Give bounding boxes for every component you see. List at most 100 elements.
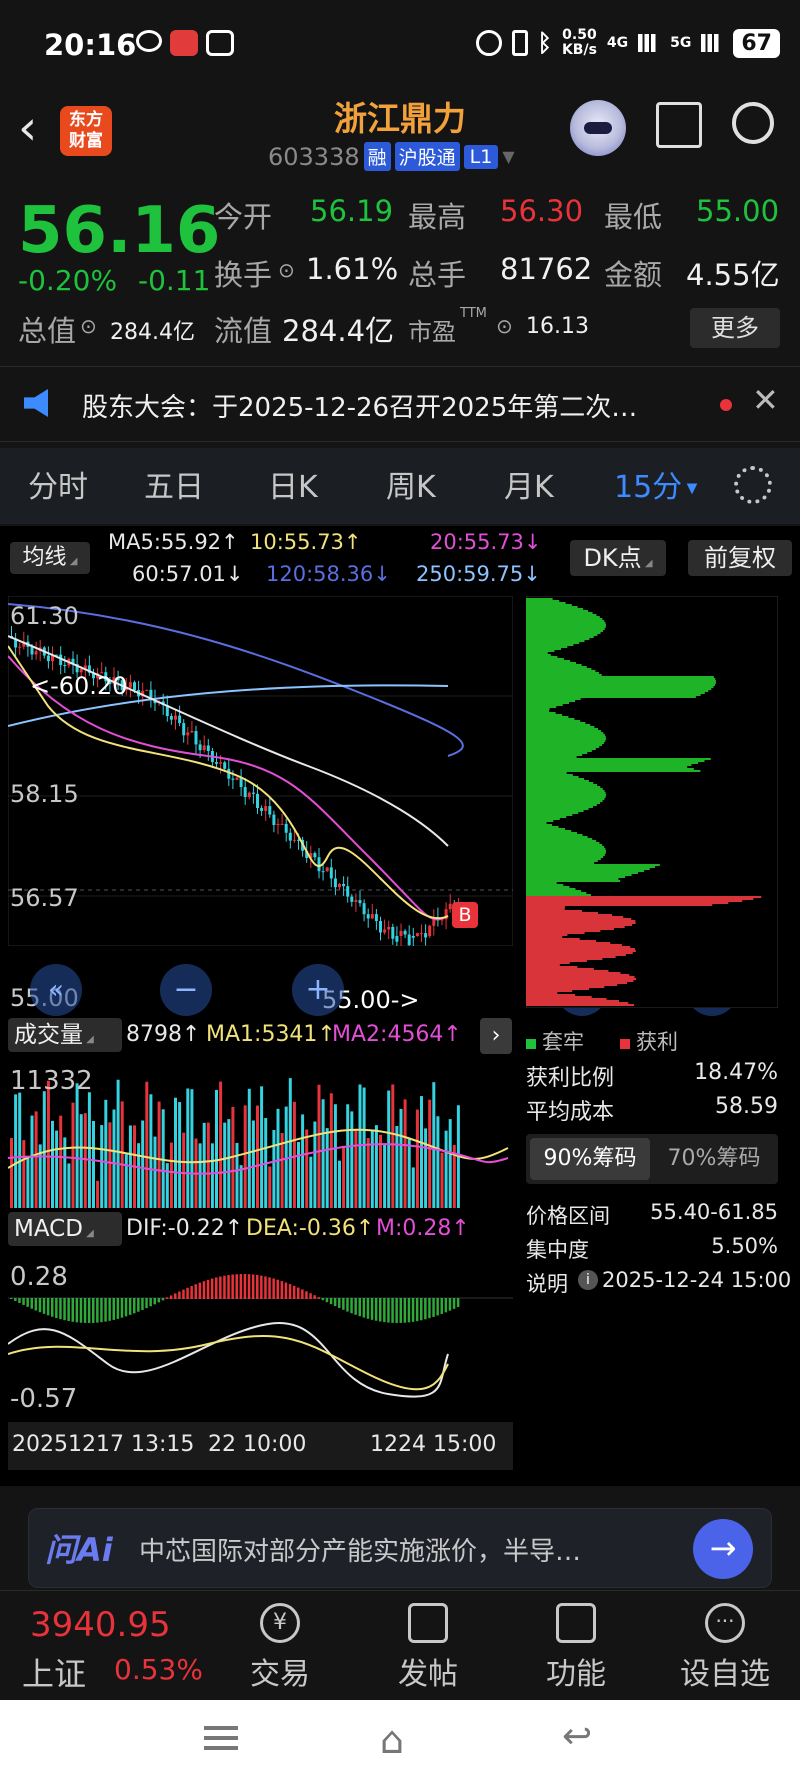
- chip-bar-trapped: [526, 636, 594, 638]
- more-button[interactable]: 更多: [690, 308, 780, 348]
- settings-gear-icon[interactable]: [734, 466, 772, 504]
- macd-hist-bar: [297, 1287, 300, 1299]
- grid-icon: [556, 1603, 596, 1643]
- chip-bar-profit: [526, 930, 601, 932]
- chip-bar-trapped: [526, 878, 619, 880]
- candle-body: [268, 806, 272, 815]
- volume-bar: [432, 1082, 436, 1208]
- tab-chip-70[interactable]: 70%筹码: [654, 1138, 774, 1180]
- macd-hist-bar: [387, 1298, 390, 1323]
- zoom-out-button[interactable]: −: [160, 964, 212, 1016]
- macd-hist-bar: [67, 1298, 70, 1322]
- chip-bar-trapped: [526, 716, 569, 718]
- macd-hist-bar: [42, 1298, 46, 1314]
- candle-body: [391, 926, 395, 939]
- chip-bar-trapped: [526, 720, 581, 722]
- arrow-right-icon[interactable]: →: [693, 1519, 753, 1579]
- volume-bar: [362, 1087, 366, 1208]
- close-icon[interactable]: ✕: [752, 381, 779, 419]
- open-value: 56.19: [310, 194, 394, 228]
- menu-icon[interactable]: [204, 1726, 238, 1750]
- tab-monthly-k[interactable]: 月K: [504, 462, 554, 506]
- status-bar: 20:16 ᛒ 0.50 KB/s 4G 5G 67: [0, 0, 800, 92]
- candle-body: [350, 896, 354, 902]
- adjust-button[interactable]: 前复权: [688, 540, 792, 576]
- total-value-label: 总值: [18, 314, 77, 348]
- candle-body: [411, 936, 415, 938]
- chip-bar-trapped: [526, 626, 606, 628]
- volume-bar: [83, 1113, 87, 1208]
- wechat-icon: [136, 30, 162, 52]
- back-nav-icon[interactable]: ↩: [562, 1716, 592, 1757]
- ai-brand-logo: 问Ai: [45, 1531, 113, 1569]
- volume-bar: [18, 1092, 22, 1208]
- chip-bar-profit: [526, 934, 568, 936]
- pe-label: 市盈: [408, 318, 456, 346]
- zoom-in-button[interactable]: +: [292, 964, 344, 1016]
- tab-weekly-k[interactable]: 周K: [386, 462, 436, 506]
- chip-bar-trapped: [526, 860, 598, 862]
- info-circle-icon[interactable]: ⊙: [278, 258, 295, 282]
- volume-bar: [448, 1119, 452, 1208]
- nav-trade[interactable]: ¥ 交易: [240, 1603, 320, 1693]
- chip-bar-profit: [526, 926, 625, 928]
- chip-distribution-chart[interactable]: [526, 596, 778, 1008]
- macd-hist-bar: [22, 1298, 25, 1305]
- chip-bar-trapped: [526, 754, 583, 756]
- volume-ma1: MA1:5341↑: [206, 1022, 336, 1047]
- info-circle-icon[interactable]: ⊙: [80, 314, 97, 338]
- chip-bar-profit: [526, 964, 560, 966]
- tab-15min[interactable]: 15分 ▼: [614, 462, 697, 506]
- macd-hist-bar: [206, 1279, 210, 1299]
- notice-bar[interactable]: 股东大会：于2025-12-26召开2025年第二次… ✕: [0, 366, 800, 442]
- macd-hist-bar: [444, 1298, 448, 1313]
- macd-indicator-select[interactable]: MACD ◢: [8, 1212, 122, 1246]
- volume-bar: [202, 1122, 206, 1208]
- dk-point-button[interactable]: DK点 ◢: [570, 540, 666, 576]
- volume-bar: [243, 1105, 247, 1208]
- stock-header: ‹ 东方 财富 浙江鼎力 603338 融 沪股通 L1 ▼: [0, 92, 800, 182]
- candle-body: [128, 682, 132, 688]
- macd-chart[interactable]: [8, 1254, 513, 1414]
- chip-bar-trapped: [526, 882, 557, 884]
- candle-body: [178, 715, 182, 724]
- nav-post[interactable]: 发帖: [388, 1603, 468, 1693]
- search-icon[interactable]: [732, 102, 774, 144]
- tab-chip-90[interactable]: 90%筹码: [530, 1138, 650, 1180]
- nav-add-watchlist[interactable]: ··· 设自选: [670, 1603, 780, 1693]
- tab-five-day[interactable]: 五日: [144, 462, 204, 506]
- macd-hist-bar: [38, 1298, 42, 1313]
- ai-news-bar[interactable]: 问Ai 中芯国际对部分产能实施涨价，半导… →: [28, 1508, 772, 1588]
- macd-hist-bar: [383, 1298, 386, 1323]
- chip-bar-trapped: [526, 756, 577, 758]
- indicator-select[interactable]: 均线 ◢: [10, 542, 90, 574]
- nav-functions[interactable]: 功能: [536, 1603, 616, 1693]
- volume-indicator-select[interactable]: 成交量 ◢: [8, 1018, 122, 1052]
- ai-assistant-icon[interactable]: [570, 100, 626, 156]
- chip-bar-profit: [526, 952, 633, 954]
- macd-hist-bar: [104, 1298, 107, 1322]
- dropdown-triangle-icon[interactable]: ▼: [502, 147, 514, 166]
- tab-timeshare[interactable]: 分时: [28, 462, 88, 506]
- info-icon[interactable]: i: [578, 1270, 598, 1290]
- tab-daily-k[interactable]: 日K: [268, 462, 318, 506]
- chip-bar-trapped: [526, 602, 566, 604]
- candle-body: [346, 886, 350, 897]
- buy-signal-badge[interactable]: B: [452, 902, 478, 928]
- chip-bar-trapped: [526, 704, 563, 706]
- expand-right-icon[interactable]: ›: [480, 1018, 512, 1054]
- index-value[interactable]: 3940.95: [30, 1605, 171, 1645]
- price-chart[interactable]: [8, 596, 513, 946]
- chip-bar-trapped: [526, 766, 688, 768]
- share-icon[interactable]: [656, 102, 702, 148]
- chip-bar-trapped: [526, 792, 606, 794]
- chip-bar-trapped: [526, 802, 601, 804]
- volume-bar: [358, 1084, 362, 1208]
- home-icon[interactable]: ⌂: [380, 1718, 404, 1762]
- chip-bar-trapped: [526, 708, 550, 710]
- scroll-left-button[interactable]: «: [30, 964, 82, 1016]
- chip-bar-profit: [526, 920, 636, 922]
- info-circle-icon[interactable]: ⊙: [496, 314, 513, 338]
- candle-body: [415, 933, 419, 936]
- chip-bar-profit: [526, 904, 713, 906]
